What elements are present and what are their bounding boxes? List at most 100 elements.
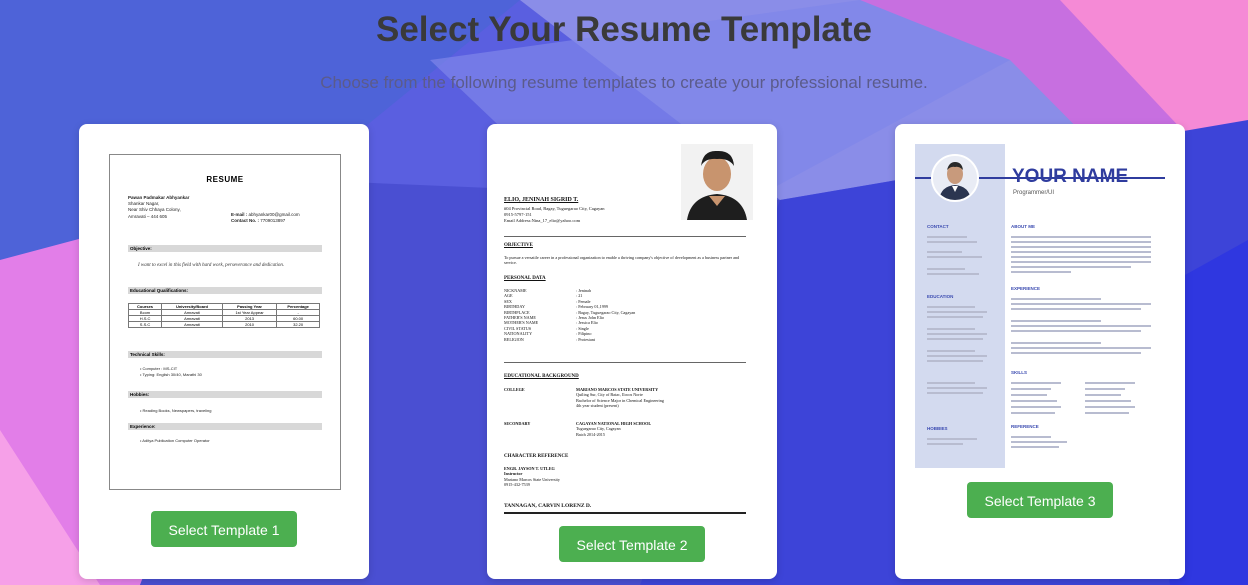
objective-text: I want to excel in this field with hard …	[138, 263, 285, 268]
table-cell: 2010	[221, 321, 278, 328]
placeholder-line	[927, 236, 967, 238]
template-1-preview[interactable]: RESUME Pawan Padmakar Abhyankar Shankar …	[109, 154, 341, 490]
placeholder-line	[927, 387, 987, 389]
placeholder-line	[927, 241, 977, 243]
objective-heading: OBJECTIVE	[504, 243, 533, 248]
placeholder-line	[1011, 251, 1151, 253]
placeholder-line	[1085, 400, 1131, 402]
reference-heading: REFERENCE	[1011, 424, 1039, 429]
reference-line: 0915-432-7539	[504, 482, 530, 488]
education-heading: Educational Qualifications:	[128, 287, 322, 294]
reference-details: ENGR. JAYSON T. UTLEG Instructor Mariano…	[504, 466, 560, 488]
placeholder-line	[927, 256, 982, 258]
placeholder-line	[1011, 436, 1051, 438]
placeholder-line	[927, 251, 962, 253]
education-table: Courses University/Board Passing Year Pe…	[127, 303, 320, 328]
select-template-2-button[interactable]: Select Template 2	[559, 526, 705, 562]
divider	[504, 236, 746, 237]
experience-heading: EXPERIENCE	[1011, 286, 1041, 291]
placeholder-line	[927, 306, 975, 308]
placeholder-line	[1011, 320, 1101, 322]
personal-value: : Single	[576, 325, 589, 331]
placeholder-line	[1011, 388, 1051, 390]
placeholder-line	[927, 273, 979, 275]
placeholder-line	[927, 382, 975, 384]
select-template-1-button[interactable]: Select Template 1	[151, 511, 297, 547]
table-row: S.S.C Amravati 2010 32.20	[127, 321, 320, 328]
placeholder-line	[927, 328, 975, 330]
education-heading: EDUCATIONAL BACKGROUND	[504, 374, 579, 379]
template-2-preview[interactable]: ELIO, JENINAH SIGRID T. #04 Provincial R…	[502, 144, 762, 516]
placeholder-line	[1011, 236, 1151, 238]
skills-list: • Computer : MS-CIT • Typing: English 30…	[140, 366, 202, 377]
email-value: abhyankar00@gmail.com	[248, 212, 300, 217]
resume-role: Programmer/UI	[1013, 190, 1055, 196]
placeholder-line	[1011, 330, 1141, 332]
placeholder-line	[1011, 246, 1151, 248]
resume-heading: RESUME	[206, 175, 244, 184]
placeholder-line	[1011, 412, 1055, 414]
address-line: Email Address:Nina_17_elio@yahoo.com	[504, 218, 581, 223]
resume-personal-info: Pawan Padmakar Abhyankar Shankar Nagar, …	[128, 195, 189, 220]
hobbies-list: • Reading Books, Newspapers, traveling	[140, 408, 212, 413]
resume-address-line: Near Shiv Chhaya Colony,	[128, 207, 181, 213]
education-heading: EDUCATION	[927, 294, 954, 299]
placeholder-line	[927, 333, 987, 335]
secondary-line: Batch 2014-2015	[576, 431, 605, 437]
table-cell: S.S.C	[127, 321, 163, 328]
placeholder-line	[927, 360, 983, 362]
placeholder-line	[927, 355, 987, 357]
about-heading: ABOUT ME	[1011, 224, 1035, 229]
resume-address-line: Amravati – 444 605	[128, 213, 168, 219]
divider	[504, 512, 746, 514]
select-template-3-button[interactable]: Select Template 3	[967, 482, 1113, 518]
placeholder-line	[1011, 325, 1151, 327]
objective-heading: Objective:	[128, 245, 322, 252]
template-card-3: YOUR NAME Programmer/UI CONTACT EDUCATIO…	[895, 124, 1185, 579]
placeholder-line	[927, 443, 963, 445]
reference-heading: CHARACTER REFERENCE	[504, 454, 569, 459]
table-cell: 32.20	[276, 321, 320, 328]
placeholder-line	[1011, 441, 1067, 443]
template-card-2: ELIO, JENINAH SIGRID T. #04 Provincial R…	[487, 124, 777, 579]
college-line: 4th year student (present)	[576, 403, 619, 409]
personal-value: : Bagay, Tuguegarao City, Cagayan	[576, 309, 636, 315]
placeholder-line	[927, 338, 983, 340]
placeholder-line	[1011, 394, 1047, 396]
placeholder-line	[927, 438, 977, 440]
placeholder-line	[1085, 382, 1135, 384]
contact-heading: CONTACT	[927, 224, 949, 229]
placeholder-line	[1011, 266, 1131, 268]
page-title: Select Your Resume Template	[375, 10, 872, 49]
hobbies-heading: Hobbies:	[128, 391, 322, 398]
placeholder-line	[1011, 400, 1057, 402]
personal-value: : Jeninah	[576, 288, 592, 293]
skill-item: Computer : MS-CIT	[142, 366, 178, 371]
resume-name: YOUR NAME	[1012, 166, 1129, 187]
resume-contact: E-mail : abhyankar00@gmail.com Contact N…	[231, 212, 300, 224]
personal-value: : February 01,1999	[576, 304, 608, 310]
template-3-preview[interactable]: YOUR NAME Programmer/UI CONTACT EDUCATIO…	[915, 144, 1165, 468]
placeholder-line	[1011, 303, 1151, 305]
placeholder-line	[1011, 347, 1151, 349]
personal-value: : 21	[576, 293, 583, 299]
placeholder-line	[1011, 271, 1071, 273]
placeholder-line	[1011, 261, 1151, 263]
experience-heading: Experience:	[128, 423, 322, 430]
placeholder-line	[927, 392, 983, 394]
placeholder-line	[927, 350, 975, 352]
divider	[504, 362, 746, 363]
personal-value: : Jesus John Elio	[576, 315, 605, 321]
placeholder-line	[1085, 388, 1125, 390]
profile-photo	[931, 154, 979, 202]
resume-name: ELIO, JENINAH SIGRID T.	[504, 197, 579, 203]
placeholder-line	[1011, 308, 1141, 310]
personal-value: : Female	[576, 298, 591, 304]
secondary-label: SECONDARY	[504, 421, 531, 426]
placeholder-line	[1011, 342, 1101, 344]
personal-value: : Protestant	[576, 336, 595, 342]
template-card-1: RESUME Pawan Padmakar Abhyankar Shankar …	[79, 124, 369, 579]
placeholder-line	[927, 268, 965, 270]
skills-heading: SKILLS	[1011, 370, 1028, 375]
placeholder-line	[1011, 446, 1059, 448]
